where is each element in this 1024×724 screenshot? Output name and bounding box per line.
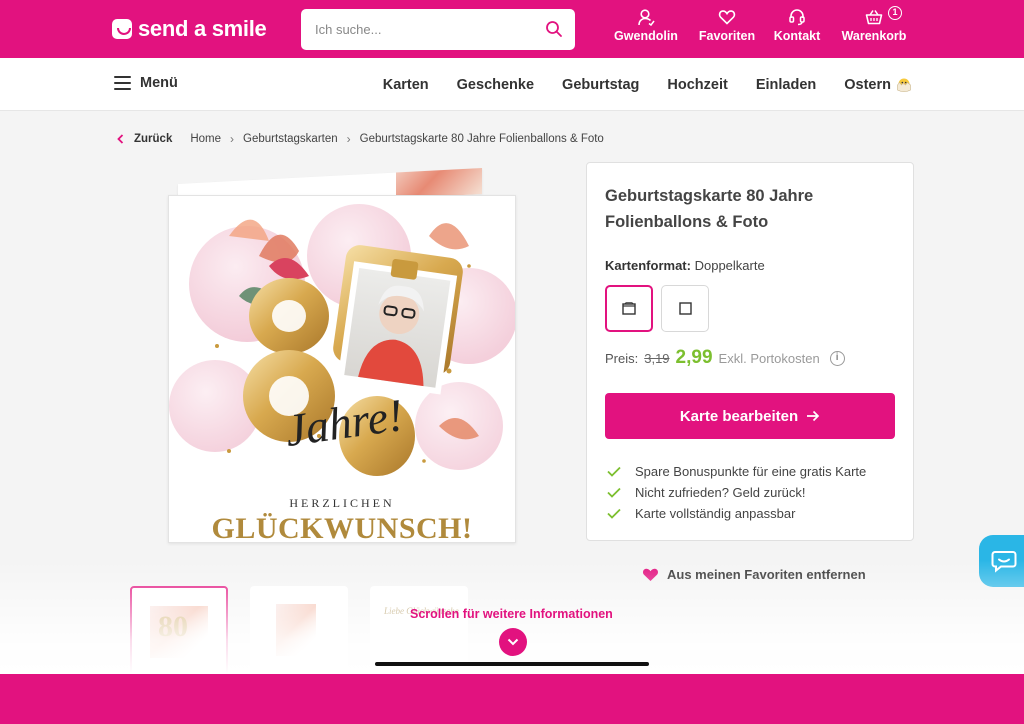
search-box (301, 9, 575, 50)
favorites-label: Favoriten (698, 29, 756, 43)
card-back-artwork (396, 168, 482, 199)
account-actions: Gwendolin Favoriten Kontakt 1 Warenkorb (600, 6, 916, 52)
check-icon (607, 508, 621, 519)
price-label: Preis: (605, 350, 639, 366)
check-icon (607, 487, 621, 498)
arrow-right-icon (807, 410, 820, 422)
hamburger-icon (114, 76, 131, 90)
nav-link-ostern-label: Ostern (844, 76, 891, 93)
bottom-bar (0, 674, 1024, 724)
nav-link-karten[interactable]: Karten (383, 77, 429, 93)
thumbnail-back[interactable] (250, 586, 348, 676)
remove-favorite-button[interactable]: Aus meinen Favoriten entfernen (642, 567, 866, 582)
headset-icon (789, 9, 805, 26)
double-card-icon (622, 302, 636, 315)
cart-count-badge: 1 (888, 6, 902, 20)
chat-widget-button[interactable] (979, 535, 1024, 587)
format-label: Kartenformat: Doppelkarte (605, 258, 765, 273)
contact-label: Kontakt (773, 29, 821, 43)
heart-filled-icon (642, 568, 659, 581)
card-front-page: Jahre! HERZLICHEN GLÜCKWUNSCH! (168, 195, 516, 543)
format-option-double[interactable] (605, 285, 653, 332)
top-bar: send a smile Gwendolin Favoriten Kontakt… (0, 0, 1024, 58)
benefit-item: Spare Bonuspunkte für eine gratis Karte (607, 461, 866, 482)
nav-link-ostern[interactable]: Ostern (844, 77, 913, 93)
card-greeting-small: HERZLICHEN (289, 496, 395, 510)
cart-button[interactable]: 1 Warenkorb (832, 6, 916, 52)
edit-card-button[interactable]: Karte bearbeiten (605, 393, 895, 439)
price-new: 2,99 (675, 347, 713, 368)
nav-links: Karten Geschenke Geburtstag Hochzeit Ein… (383, 58, 913, 111)
back-label: Zurück (134, 133, 173, 145)
benefit-item: Nicht zufrieden? Geld zurück! (607, 482, 866, 503)
price-note: Exkl. Portokosten (718, 350, 820, 366)
back-link[interactable]: Zurück (117, 133, 172, 145)
chevron-right-icon: › (346, 132, 351, 146)
format-label-key: Kartenformat: (605, 258, 691, 273)
cart-label: Warenkorb (841, 29, 907, 43)
benefit-text: Nicht zufrieden? Geld zurück! (635, 485, 806, 500)
chevron-down-icon (507, 638, 519, 646)
heart-icon (718, 10, 736, 25)
benefit-text: Spare Bonuspunkte für eine gratis Karte (635, 464, 867, 479)
search-input[interactable] (301, 9, 521, 50)
single-card-icon (678, 302, 692, 315)
menu-label: Menü (140, 75, 178, 91)
thumbnail-number: 80 (158, 610, 188, 643)
product-info-panel: Geburtstagskarte 80 Jahre Folienballons … (586, 162, 914, 541)
account-button[interactable]: Gwendolin (600, 8, 692, 52)
nav-link-einladen[interactable]: Einladen (756, 77, 816, 93)
edit-card-label: Karte bearbeiten (679, 407, 799, 425)
contact-button[interactable]: Kontakt (762, 8, 832, 52)
nav-link-hochzeit[interactable]: Hochzeit (667, 77, 727, 93)
chevron-left-icon (117, 134, 124, 144)
account-label: Gwendolin (614, 29, 678, 43)
thumbnail-front[interactable]: 80 (130, 586, 228, 676)
chat-icon (991, 551, 1017, 573)
chick-icon (897, 78, 911, 92)
info-icon[interactable]: i (829, 350, 845, 366)
scroll-down-button[interactable] (499, 628, 527, 656)
main-nav: Menü Karten Geschenke Geburtstag Hochzei… (0, 58, 1024, 111)
check-icon (607, 466, 621, 477)
search-icon[interactable] (545, 20, 563, 43)
favorites-button[interactable]: Favoriten (692, 8, 762, 52)
nav-link-geschenke[interactable]: Geschenke (457, 77, 534, 93)
basket-icon (865, 10, 883, 25)
card-preview[interactable]: Jahre! HERZLICHEN GLÜCKWUNSCH! (160, 168, 526, 550)
user-icon (638, 9, 655, 26)
brand-logo[interactable]: send a smile (112, 16, 267, 42)
smile-logo-icon (112, 19, 132, 39)
scroll-hint[interactable]: Scrollen für weitere Informationen (410, 607, 613, 621)
brand-name: send a smile (138, 16, 267, 41)
menu-button[interactable]: Menü (114, 75, 178, 91)
price-row: Preis: 3,19 2,99 Exkl. Portokosten i (605, 347, 845, 369)
product-title: Geburtstagskarte 80 Jahre Folienballons … (605, 187, 814, 231)
card-greeting-big: GLÜCKWUNSCH! (211, 512, 473, 543)
benefit-text: Karte vollständig anpassbar (635, 506, 796, 521)
breadcrumb: Zurück Home › Geburtstagskarten › Geburt… (117, 132, 604, 146)
benefit-list: Spare Bonuspunkte für eine gratis Karte … (607, 461, 866, 524)
format-label-value: Doppelkarte (694, 258, 765, 273)
price-old: 3,19 (644, 350, 670, 366)
card-artwork (169, 204, 515, 476)
remove-favorite-label: Aus meinen Favoriten entfernen (667, 567, 866, 582)
breadcrumb-current: Geburtstagskarte 80 Jahre Folienballons … (359, 133, 604, 145)
format-option-single[interactable] (661, 285, 709, 332)
benefit-item: Karte vollständig anpassbar (607, 503, 866, 524)
breadcrumb-category[interactable]: Geburtstagskarten (243, 133, 338, 145)
nav-link-geburtstag[interactable]: Geburtstag (562, 77, 639, 93)
thumbnail-back-image (276, 604, 316, 656)
chevron-right-icon: › (230, 132, 235, 146)
breadcrumb-home[interactable]: Home (190, 133, 221, 145)
home-indicator[interactable] (375, 662, 649, 666)
